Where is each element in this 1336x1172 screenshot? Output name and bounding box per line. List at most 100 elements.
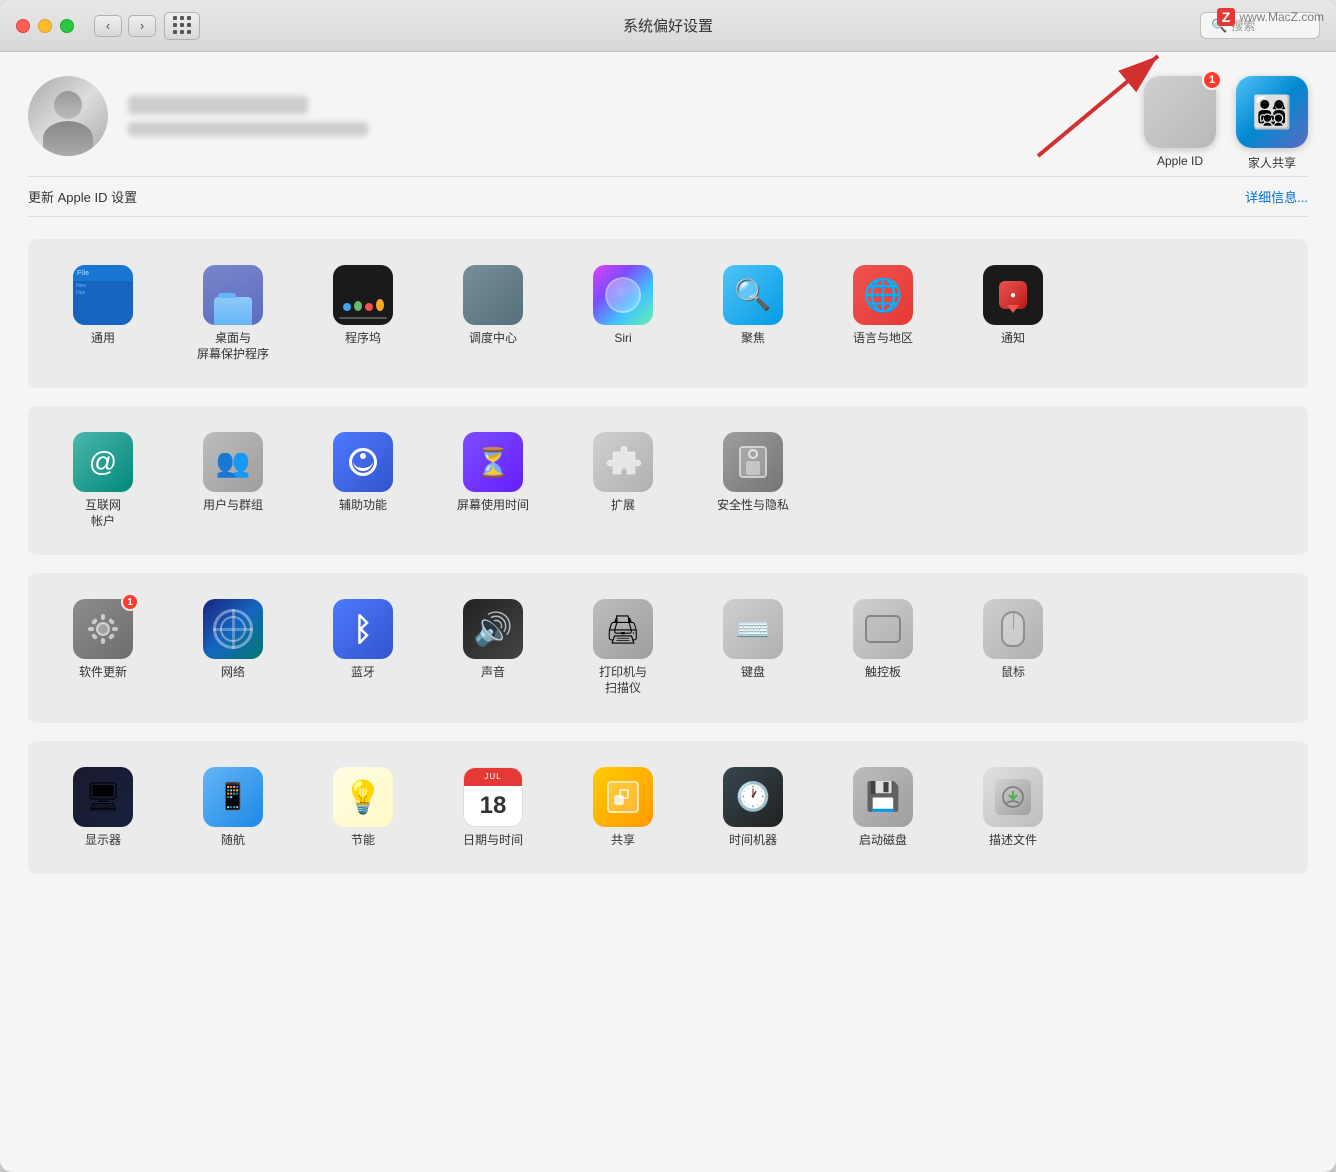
notification-icon: ●: [983, 265, 1043, 325]
bluetooth-icon: ᛒ: [333, 599, 393, 659]
screentime-icon: ⏳: [463, 432, 523, 492]
timemachine-icon: 🕐: [723, 767, 783, 827]
pref-security[interactable]: 安全性与隐私: [688, 424, 818, 537]
printer-icon: 🖨: [593, 599, 653, 659]
desktop-icon: [203, 265, 263, 325]
pref-users[interactable]: 👥 用户与群组: [168, 424, 298, 537]
section-grid-4: 🖥 显示器 📱 随航 💡 节能: [28, 741, 1308, 875]
section-hardware: 1 软件更新 网络: [28, 573, 1308, 722]
update-bar: 更新 Apple ID 设置 详细信息...: [28, 176, 1308, 217]
pref-keyboard[interactable]: ⌨️ 键盘: [688, 591, 818, 704]
watermark: Z www.MacZ.com: [1217, 8, 1324, 26]
pref-energy[interactable]: 💡 节能: [298, 759, 428, 857]
pref-timemachine[interactable]: 🕐 时间机器: [688, 759, 818, 857]
pref-screentime[interactable]: ⏳ 屏幕使用时间: [428, 424, 558, 537]
siri-label: Siri: [614, 331, 631, 347]
section-general: File New Ope 通用 桌面与屏幕保护程序: [28, 239, 1308, 388]
pref-siri[interactable]: Siri: [558, 257, 688, 370]
grid-view-button[interactable]: [164, 12, 200, 40]
spotlight-label: 聚焦: [741, 331, 765, 347]
pref-general[interactable]: File New Ope 通用: [38, 257, 168, 370]
pref-spotlight[interactable]: 🔍 聚焦: [688, 257, 818, 370]
update-link[interactable]: 详细信息...: [1245, 187, 1308, 206]
pref-extensions[interactable]: 扩展: [558, 424, 688, 537]
mission-icon: [463, 265, 523, 325]
traffic-lights: [16, 19, 74, 33]
avatar[interactable]: [28, 76, 108, 156]
datetime-icon: JUL 18: [463, 767, 523, 827]
display-label: 显示器: [85, 833, 121, 849]
airdrop-icon: 📱: [203, 767, 263, 827]
section-system: 🖥 显示器 📱 随航 💡 节能: [28, 741, 1308, 875]
pref-printer[interactable]: 🖨 打印机与扫描仪: [558, 591, 688, 704]
mouse-icon: [983, 599, 1043, 659]
security-icon: [723, 432, 783, 492]
keyboard-label: 键盘: [741, 665, 765, 681]
profile-name: [128, 96, 308, 114]
pref-mission[interactable]: 调度中心: [428, 257, 558, 370]
desktop-label: 桌面与屏幕保护程序: [197, 331, 269, 362]
section-grid-2: @ 互联网帐户 👥 用户与群组: [28, 406, 1308, 555]
pref-trackpad[interactable]: 触控板: [818, 591, 948, 704]
minimize-button[interactable]: [38, 19, 52, 33]
pref-display[interactable]: 🖥 显示器: [38, 759, 168, 857]
pref-dock[interactable]: 程序坞: [298, 257, 428, 370]
pref-notification[interactable]: ● 通知: [948, 257, 1078, 370]
profile-label: 描述文件: [989, 833, 1037, 849]
apple-id-label: Apple ID: [1157, 154, 1203, 168]
pref-internet[interactable]: @ 互联网帐户: [38, 424, 168, 537]
pref-mouse[interactable]: 鼠标: [948, 591, 1078, 704]
energy-label: 节能: [351, 833, 375, 849]
softwareupdate-icon-wrapper: 1: [73, 599, 133, 659]
pref-datetime[interactable]: JUL 18 日期与时间: [428, 759, 558, 857]
content-area: 1 Apple ID 👨‍👩‍👧‍👦 家人共享 更新 Apple ID 设置 详…: [0, 52, 1336, 1172]
profile-icon: [983, 767, 1043, 827]
top-right-icons: 1 Apple ID 👨‍👩‍👧‍👦 家人共享: [1144, 76, 1308, 171]
dock-label: 程序坞: [345, 331, 381, 347]
internet-label: 互联网帐户: [85, 498, 121, 529]
screentime-label: 屏幕使用时间: [457, 498, 529, 514]
back-button[interactable]: ‹: [94, 15, 122, 37]
trackpad-icon: [853, 599, 913, 659]
sound-label: 声音: [481, 665, 505, 681]
internet-icon: @: [73, 432, 133, 492]
section-grid-3: 1 软件更新 网络: [28, 573, 1308, 722]
display-icon: 🖥: [73, 767, 133, 827]
sharing-label: 共享: [611, 833, 635, 849]
forward-button[interactable]: ›: [128, 15, 156, 37]
network-label: 网络: [221, 665, 245, 681]
airdrop-label: 随航: [221, 833, 245, 849]
pref-sound[interactable]: 🔊 声音: [428, 591, 558, 704]
general-label: 通用: [91, 331, 115, 347]
profile-email: [128, 122, 368, 136]
datetime-label: 日期与时间: [463, 833, 523, 849]
titlebar: ‹ › 系统偏好设置 🔍 搜索 Z www.MacZ.com: [0, 0, 1336, 52]
pref-language[interactable]: 🌐 语言与地区: [818, 257, 948, 370]
pref-bluetooth[interactable]: ᛒ 蓝牙: [298, 591, 428, 704]
update-text: 更新 Apple ID 设置: [28, 187, 137, 206]
pref-desktop[interactable]: 桌面与屏幕保护程序: [168, 257, 298, 370]
family-sharing-item[interactable]: 👨‍👩‍👧‍👦 家人共享: [1236, 76, 1308, 171]
pref-sharing[interactable]: 共享: [558, 759, 688, 857]
sound-icon: 🔊: [463, 599, 523, 659]
maximize-button[interactable]: [60, 19, 74, 33]
users-label: 用户与群组: [203, 498, 263, 514]
startup-label: 启动磁盘: [859, 833, 907, 849]
timemachine-label: 时间机器: [729, 833, 777, 849]
pref-softwareupdate[interactable]: 1 软件更新: [38, 591, 168, 704]
pref-startup[interactable]: 💾 启动磁盘: [818, 759, 948, 857]
accessibility-icon: [333, 432, 393, 492]
pref-network[interactable]: 网络: [168, 591, 298, 704]
apple-id-item[interactable]: 1 Apple ID: [1144, 76, 1216, 168]
section-internet: @ 互联网帐户 👥 用户与群组: [28, 406, 1308, 555]
softwareupdate-label: 软件更新: [79, 665, 127, 681]
pref-accessibility[interactable]: 辅助功能: [298, 424, 428, 537]
close-button[interactable]: [16, 19, 30, 33]
watermark-z: Z: [1217, 8, 1236, 26]
pref-profile[interactable]: 描述文件: [948, 759, 1078, 857]
family-sharing-label: 家人共享: [1248, 154, 1296, 171]
network-icon: [203, 599, 263, 659]
pref-airdrop[interactable]: 📱 随航: [168, 759, 298, 857]
general-icon: File New Ope: [73, 265, 133, 325]
apple-id-icon-box: 1: [1144, 76, 1216, 148]
